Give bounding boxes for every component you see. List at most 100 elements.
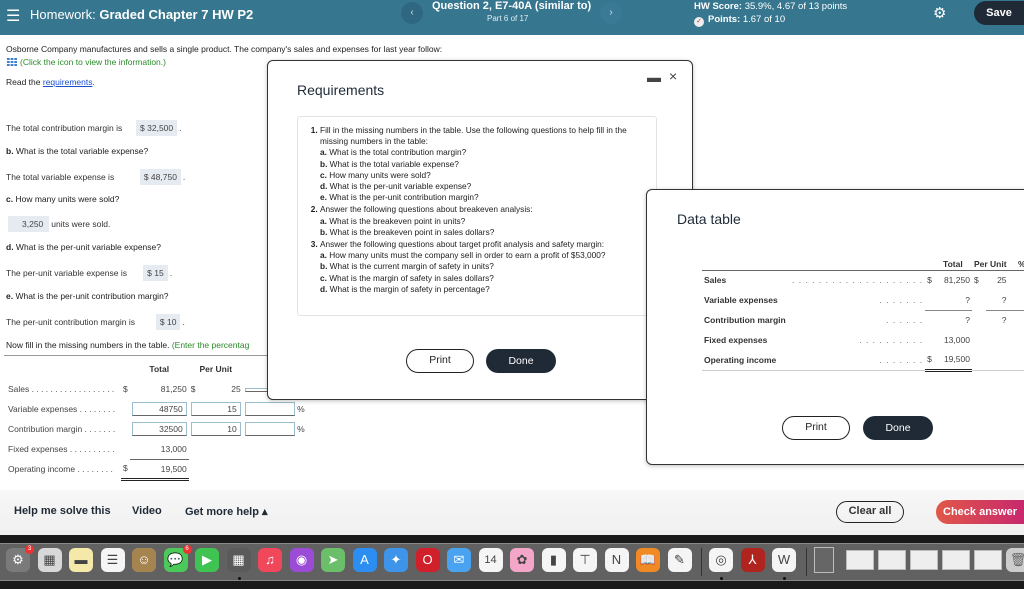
settings-gear-icon[interactable]: ⚙ xyxy=(933,4,946,22)
sales-per-unit: 25 xyxy=(231,384,241,394)
variable-expenses-percent-input[interactable] xyxy=(244,402,295,416)
requirements-link[interactable]: requirements xyxy=(43,77,93,87)
currency: $ xyxy=(190,384,196,394)
done-button[interactable]: Done xyxy=(863,416,933,440)
row-label: Operating income xyxy=(702,350,790,371)
period: . xyxy=(182,317,185,327)
answer-d-value[interactable]: $ 15 xyxy=(143,265,168,281)
next-question-button[interactable]: › xyxy=(600,2,622,24)
answer-a-value[interactable]: $ 32,500 xyxy=(136,120,178,136)
requirements-dialog: Requirements ▬ × Fill in the missing num… xyxy=(267,60,693,400)
word-icon[interactable]: W xyxy=(772,548,796,572)
answer-e-text: The per-unit contribution margin is xyxy=(6,317,135,327)
subitem-text: What is the per-unit variable expense? xyxy=(327,181,472,192)
get-more-help-button[interactable]: Get more help ▴ xyxy=(185,505,268,518)
header-total: Total xyxy=(149,364,170,374)
hw-score: HW Score: 35.9%, 4.67 of 13 points xyxy=(694,1,847,12)
requirement-item: Answer the following questions about bre… xyxy=(320,204,648,238)
mail-icon[interactable]: ✉ xyxy=(447,548,471,572)
help-me-solve-this-button[interactable]: Help me solve this xyxy=(14,505,111,517)
requirement-subitem: d. What is the margin of safety in perce… xyxy=(320,284,648,295)
cell-total: 81,250 xyxy=(943,275,970,286)
maps-icon[interactable]: ➤ xyxy=(321,548,345,572)
numbers-icon[interactable]: ▮ xyxy=(541,548,566,572)
leader-dots: . . . . . . . xyxy=(879,295,924,305)
header-per-unit: Per Unit xyxy=(971,258,1009,271)
bottom-bar: Help me solve this Video Get more help ▴… xyxy=(0,490,1024,535)
facetime-icon[interactable]: ▶ xyxy=(195,548,219,572)
safari-icon[interactable]: ✦ xyxy=(384,548,408,572)
running-indicator xyxy=(720,577,723,580)
contribution-margin-percent-input[interactable] xyxy=(244,422,295,436)
photos-icon[interactable]: ✿ xyxy=(510,548,534,572)
requirement-sublist: a. How many units must the company sell … xyxy=(320,250,648,295)
print-button[interactable]: Print xyxy=(782,416,850,440)
close-icon[interactable]: × xyxy=(669,68,677,84)
contacts-icon[interactable]: ☺ xyxy=(132,548,156,572)
pages-icon[interactable]: ✎ xyxy=(667,548,692,572)
homework-name: Graded Chapter 7 HW P2 xyxy=(99,7,254,22)
data-table-icon[interactable] xyxy=(6,57,17,66)
variable-expenses-per-unit-input[interactable]: 15 xyxy=(190,402,241,416)
done-button[interactable]: Done xyxy=(486,349,556,373)
print-button[interactable]: Print xyxy=(406,349,474,373)
percent-sign: % xyxy=(297,424,305,434)
launchpad-icon[interactable]: ▦ xyxy=(37,548,62,572)
dock-separator xyxy=(805,548,807,576)
view-information-link[interactable]: (Click the icon to view the information.… xyxy=(6,57,166,67)
system-preferences-icon[interactable]: ⚙ 3 xyxy=(6,545,34,572)
answer-a: The total contribution margin is $ 32,50… xyxy=(6,120,182,136)
answer-b-value[interactable]: $ 48,750 xyxy=(139,169,181,185)
answer-c-value[interactable]: 3,250 xyxy=(8,216,50,232)
previous-question-button[interactable]: ‹ xyxy=(401,2,423,24)
contribution-margin-total-input[interactable]: 32500 xyxy=(131,422,187,436)
table-row: Contribution margin . . . . . . ? ? ? xyxy=(702,310,1024,330)
answer-d: The per-unit variable expense is $ 15. xyxy=(6,265,172,281)
minimize-icon[interactable]: ▬ xyxy=(647,69,661,85)
minimized-window-thumbnail[interactable] xyxy=(877,550,906,570)
check-answer-button[interactable]: Check answer xyxy=(936,500,1024,524)
leader-dots: . . . . . . . xyxy=(790,350,926,371)
requirement-item: Fill in the missing numbers in the table… xyxy=(320,125,648,203)
subitem-letter: a. xyxy=(320,147,327,158)
work-table-header: Total Per Unit % xyxy=(6,359,307,379)
minimized-window-thumbnail[interactable] xyxy=(813,547,834,573)
reminders-icon[interactable]: ☰ xyxy=(100,548,125,572)
contribution-margin-per-unit-input[interactable]: 10 xyxy=(190,422,241,436)
variable-expenses-total-input[interactable]: 48750 xyxy=(131,402,187,416)
books-icon[interactable]: 📖 xyxy=(636,548,660,572)
minimized-window-thumbnail[interactable] xyxy=(909,550,938,570)
cell-percent: ? xyxy=(1009,270,1024,290)
requirement-subitem: a. What is the breakeven point in units? xyxy=(320,216,648,227)
row-label-contribution-margin: Contribution margin . . . . . . . xyxy=(8,424,116,434)
problem-intro: Osborne Company manufactures and sells a… xyxy=(6,44,443,54)
save-button[interactable]: Save xyxy=(974,1,1024,25)
answer-e-value[interactable]: $ 10 xyxy=(155,314,181,330)
answer-e: The per-unit contribution margin is $ 10… xyxy=(6,314,185,330)
podcasts-icon[interactable]: ◉ xyxy=(289,548,314,572)
music-icon[interactable]: ♫ xyxy=(258,548,282,572)
news-icon[interactable]: N xyxy=(604,548,629,572)
calendar-icon[interactable]: 14 xyxy=(478,548,503,572)
requirement-subitem: e. What is the per-unit contribution mar… xyxy=(320,192,648,203)
notes-icon[interactable]: ▬ xyxy=(69,548,93,572)
subitem-text: What is the breakeven point in units? xyxy=(326,215,466,226)
keynote-icon[interactable]: ⊤ xyxy=(573,548,597,572)
table-row: Variable expenses . . . . . . . ? ? ? xyxy=(702,290,1024,311)
minimized-window-thumbnail[interactable] xyxy=(941,550,970,570)
subitem-letter: e. xyxy=(320,192,327,203)
video-button[interactable]: Video xyxy=(132,505,162,517)
app-store-icon[interactable]: A xyxy=(352,548,377,572)
clear-all-button[interactable]: Clear all xyxy=(836,501,904,523)
opera-icon[interactable]: O xyxy=(415,548,440,572)
trash-icon[interactable]: 🗑 xyxy=(1006,548,1024,572)
minimized-window-thumbnail[interactable] xyxy=(973,550,1002,570)
acrobat-icon[interactable]: ⅄ xyxy=(740,548,765,572)
minimized-window-thumbnail[interactable] xyxy=(845,550,874,570)
chrome-icon[interactable]: ◎ xyxy=(709,548,733,572)
cell-percent: ? xyxy=(1008,290,1024,311)
messages-icon[interactable]: 💬 6 xyxy=(163,545,192,572)
data-table-header: Total Per Unit % xyxy=(702,258,1024,271)
calculator-icon[interactable]: ▦ xyxy=(226,548,251,572)
hamburger-menu-icon[interactable]: ☰ xyxy=(6,6,20,26)
